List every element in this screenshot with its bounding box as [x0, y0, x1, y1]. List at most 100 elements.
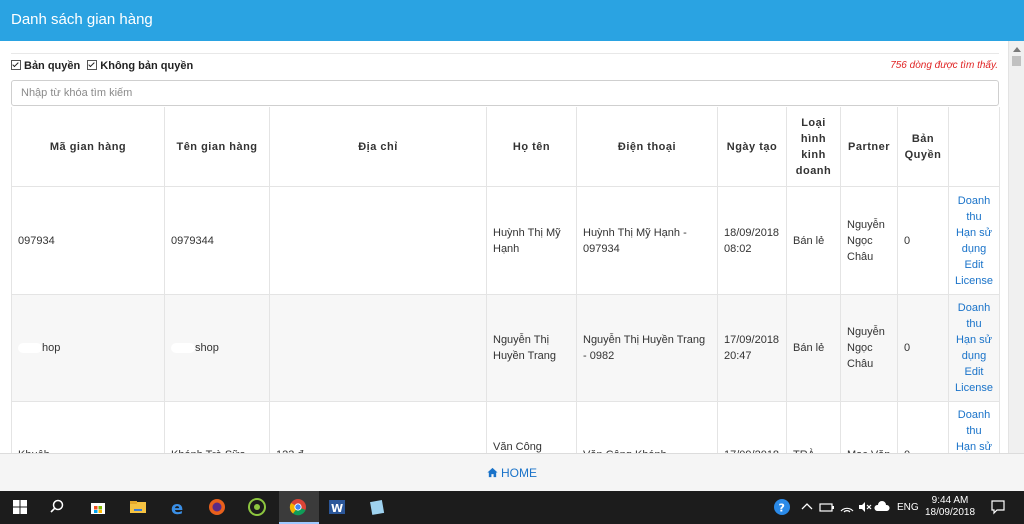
notifications-icon[interactable] — [988, 497, 1008, 517]
licensed-label[interactable]: Bản quyền — [24, 60, 80, 72]
firefox-icon[interactable] — [207, 497, 227, 517]
clock[interactable]: 9:44 AM 18/09/2018 — [920, 495, 980, 519]
cell-business-type: Bán lẻ — [786, 294, 841, 402]
home-label: HOME — [501, 466, 537, 480]
cell-full-name: Nguyễn Thị Huyền Trang — [486, 294, 577, 402]
clock-time: 9:44 AM — [931, 495, 969, 506]
store-name-text: shop — [195, 342, 219, 354]
page-title: Danh sách gian hàng — [11, 11, 153, 28]
divider — [11, 53, 999, 54]
search-input[interactable] — [11, 80, 999, 106]
scroll-thumb[interactable] — [1012, 56, 1021, 66]
cell-actions: Doanh thu Hạn sử dụng Edit License — [948, 401, 1000, 453]
home-icon — [487, 467, 498, 478]
cell-phone: Huỳnh Thị Mỹ Hạnh - 097934 — [576, 186, 718, 295]
main-content: Bản quyền Không bản quyền 756 dòng được … — [0, 41, 1008, 453]
cell-full-name: Huỳnh Thị Mỹ Hạnh — [486, 186, 577, 295]
svg-text:?: ? — [779, 502, 785, 515]
cell-partner: Nguyễn Ngọc Châu — [840, 186, 898, 295]
cell-store-code: Khuêb — [11, 401, 165, 453]
redacted-mask — [171, 343, 195, 354]
cell-phone: Văn Công Khánh - — [576, 401, 718, 453]
app-icon[interactable] — [247, 497, 267, 517]
expiry-link[interactable]: Hạn sử dụng — [955, 439, 993, 453]
table-header-row: Mã gian hàng Tên gian hàng Địa chỉ Họ tê… — [11, 107, 1000, 187]
col-created[interactable]: Ngày tạo — [717, 107, 787, 187]
edge-icon[interactable]: e — [168, 497, 188, 517]
col-store-name[interactable]: Tên gian hàng — [164, 107, 270, 187]
edit-link[interactable]: Edit — [955, 257, 993, 273]
col-actions — [948, 107, 1000, 187]
cell-partner: Mạc Văn — [840, 401, 898, 453]
svg-text:e: e — [171, 498, 183, 517]
col-partner[interactable]: Partner — [840, 107, 898, 187]
cell-actions: Doanh thu Hạn sử dụng Edit License — [948, 294, 1000, 402]
revenue-link[interactable]: Doanh thu — [955, 193, 993, 225]
cell-store-code: hop — [11, 294, 165, 402]
cell-created: 17/09/2018 — [717, 401, 787, 453]
wifi-icon[interactable] — [837, 497, 857, 517]
store-table: Mã gian hàng Tên gian hàng Địa chỉ Họ tê… — [11, 107, 1000, 453]
help-icon[interactable]: ? — [772, 497, 792, 517]
cell-actions: Doanh thu Hạn sử dụng Edit License — [948, 186, 1000, 295]
unlicensed-label[interactable]: Không bản quyền — [100, 60, 193, 72]
cell-created: 17/09/2018 20:47 — [717, 294, 787, 402]
battery-icon[interactable] — [817, 497, 837, 517]
cell-full-name: Văn Công Khánh — [486, 401, 577, 453]
windows-start-icon[interactable] — [10, 497, 30, 517]
cloud-icon[interactable] — [872, 497, 892, 517]
unlicensed-checkbox[interactable] — [87, 60, 98, 70]
cell-address: 123 đ — [269, 401, 487, 453]
license-link[interactable]: License — [955, 380, 993, 396]
language-indicator[interactable]: ENG — [897, 502, 919, 513]
cell-business-type: TRÀ — [786, 401, 841, 453]
store-icon[interactable] — [88, 497, 108, 517]
chevron-up-icon[interactable] — [797, 497, 817, 517]
col-address[interactable]: Địa chỉ — [269, 107, 487, 187]
cell-address — [269, 186, 487, 295]
vertical-scrollbar[interactable] — [1008, 41, 1024, 453]
cell-store-name: Khánh Trà Sữa — [164, 401, 270, 453]
footer-bar: HOME — [0, 453, 1024, 492]
table-row[interactable]: 097934 0979344 Huỳnh Thị Mỹ Hạnh Huỳnh T… — [11, 186, 1000, 295]
col-store-code[interactable]: Mã gian hàng — [11, 107, 165, 187]
table-row[interactable]: hop shop Nguyễn Thị Huyền Trang Nguyễn T… — [11, 294, 1000, 402]
notepad-icon[interactable] — [367, 497, 387, 517]
file-explorer-icon[interactable] — [128, 497, 148, 517]
expiry-link[interactable]: Hạn sử dụng — [955, 332, 993, 364]
cell-partner: Nguyễn Ngọc Châu — [840, 294, 898, 402]
table-row[interactable]: Khuêb Khánh Trà Sữa 123 đ Văn Công Khánh… — [11, 401, 1000, 453]
cell-business-type: Bán lẻ — [786, 186, 841, 295]
col-business-type[interactable]: Loại hình kinh doanh — [786, 107, 841, 187]
svg-text:W: W — [331, 502, 343, 515]
cell-store-name: 0979344 — [164, 186, 270, 295]
cell-store-code: 097934 — [11, 186, 165, 295]
scroll-up-icon[interactable] — [1013, 47, 1021, 52]
cell-license: 0 — [897, 401, 949, 453]
cell-phone: Nguyễn Thị Huyền Trang - 0982 — [576, 294, 718, 402]
cell-created: 18/09/2018 08:02 — [717, 186, 787, 295]
cell-license: 0 — [897, 186, 949, 295]
clock-date: 18/09/2018 — [924, 507, 976, 518]
windows-taskbar: e W ? ENG 9:44 AM 18/09/2018 — [0, 491, 1024, 524]
expiry-link[interactable]: Hạn sử dụng — [955, 225, 993, 257]
search-icon[interactable] — [47, 497, 67, 517]
revenue-link[interactable]: Doanh thu — [955, 407, 993, 439]
license-link[interactable]: License — [955, 273, 993, 289]
redacted-mask — [18, 343, 42, 354]
home-link[interactable]: HOME — [487, 466, 537, 480]
licensed-checkbox[interactable] — [11, 60, 21, 70]
cell-license: 0 — [897, 294, 949, 402]
app-header: Danh sách gian hàng — [0, 0, 1024, 41]
chrome-icon[interactable] — [288, 497, 308, 517]
license-filters: Bản quyền Không bản quyền — [11, 60, 197, 72]
word-icon[interactable]: W — [327, 497, 347, 517]
cell-store-name: shop — [164, 294, 270, 402]
cell-address — [269, 294, 487, 402]
result-count: 756 dòng được tìm thấy. — [890, 60, 998, 71]
col-phone[interactable]: Điện thoại — [576, 107, 718, 187]
col-license[interactable]: Bản Quyền — [897, 107, 949, 187]
col-full-name[interactable]: Họ tên — [486, 107, 577, 187]
edit-link[interactable]: Edit — [955, 364, 993, 380]
revenue-link[interactable]: Doanh thu — [955, 300, 993, 332]
